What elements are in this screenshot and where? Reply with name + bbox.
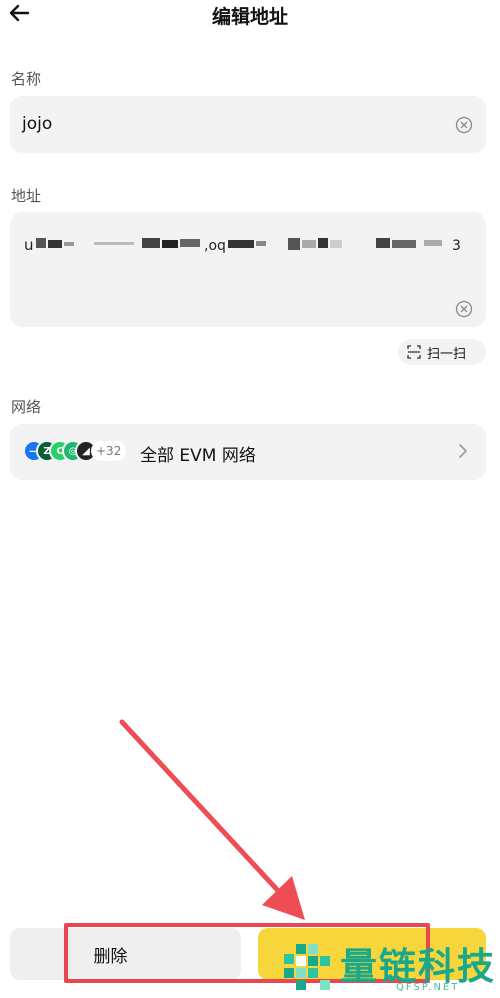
watermark-logo-icon (284, 944, 330, 990)
watermark: 量链科技 QFSP.NET (276, 934, 500, 998)
watermark-subtext: QFSP.NET (396, 982, 460, 993)
annotation-arrow (119, 719, 305, 920)
